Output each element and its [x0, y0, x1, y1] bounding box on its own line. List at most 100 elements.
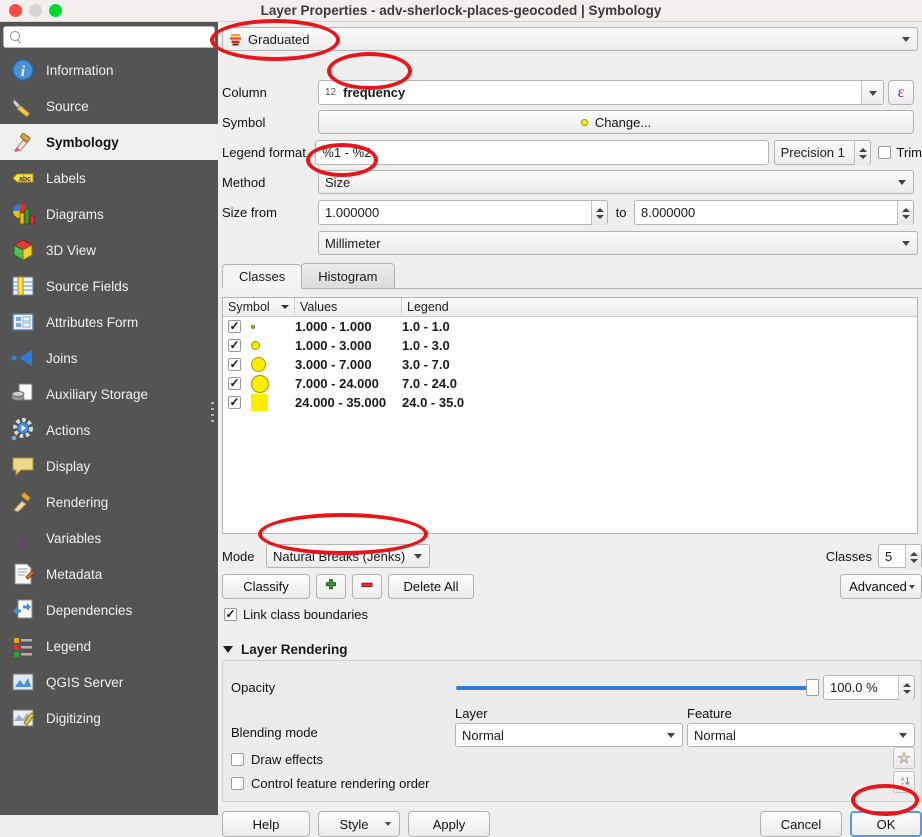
collapse-triangle-icon[interactable]	[223, 646, 233, 653]
actions-icon	[10, 417, 36, 443]
row-symbol-cell[interactable]	[223, 394, 295, 411]
table-body: 1.000 - 1.000 1.0 - 1.0 1.000 - 3.000 1.…	[223, 317, 917, 412]
table-row[interactable]: 3.000 - 7.000 3.0 - 7.0	[223, 355, 917, 374]
change-symbol-button[interactable]: Change...	[318, 110, 914, 134]
remove-class-button[interactable]	[352, 574, 382, 599]
row-checkbox[interactable]	[228, 320, 241, 333]
opacity-input[interactable]: 100.0 %	[823, 675, 915, 700]
renderer-type-select[interactable]: Graduated	[222, 27, 918, 51]
method-select[interactable]: Size	[318, 170, 914, 194]
control-rendering-order-checkbox[interactable]	[231, 777, 244, 790]
row-values: 1.000 - 3.000	[295, 338, 372, 353]
cancel-label: Cancel	[780, 816, 822, 832]
sidebar-item-legend[interactable]: Legend	[0, 628, 218, 664]
opacity-value: 100.0 %	[830, 680, 878, 695]
draw-effects-checkbox[interactable]	[231, 753, 244, 766]
minus-icon	[360, 578, 374, 595]
row-legend: 1.0 - 1.0	[402, 319, 450, 334]
sidebar-item-dependencies[interactable]: Dependencies	[0, 592, 218, 628]
advanced-button[interactable]: Advanced	[840, 574, 922, 599]
sidebar-item-symbology[interactable]: Symbology	[0, 124, 218, 160]
classify-button[interactable]: Classify	[222, 574, 310, 599]
table-row[interactable]: 7.000 - 24.000 7.0 - 24.0	[223, 374, 917, 393]
sidebar-item-diagrams[interactable]: Diagrams	[0, 196, 218, 232]
opacity-slider[interactable]	[456, 678, 819, 696]
opacity-stepper[interactable]	[898, 676, 914, 700]
link-class-boundaries-checkbox[interactable]	[224, 608, 237, 621]
precision-stepper[interactable]	[854, 141, 871, 165]
sidebar-search[interactable]	[3, 26, 215, 48]
sidebar-item-information[interactable]: i Information	[0, 52, 218, 88]
sidebar-item-qgis-server[interactable]: QGIS Server	[0, 664, 218, 700]
sidebar-item-auxiliary-storage[interactable]: Auxiliary Storage	[0, 376, 218, 412]
size-from-stepper[interactable]	[591, 201, 607, 225]
sidebar-item-joins[interactable]: Joins	[0, 340, 218, 376]
panel-splitter[interactable]	[211, 402, 216, 422]
add-class-button[interactable]	[316, 574, 346, 599]
sidebar-item-variables[interactable]: ε Variables	[0, 520, 218, 556]
column-header-values[interactable]: Values	[295, 298, 402, 316]
sidebar-item-actions[interactable]: Actions	[0, 412, 218, 448]
size-from-input[interactable]: 1.000000	[318, 200, 608, 225]
zoom-button[interactable]	[49, 4, 62, 17]
classes-table[interactable]: Symbol Values Legend 1.000 - 1.000	[222, 297, 918, 534]
sidebar-item-digitizing[interactable]: Digitizing	[0, 700, 218, 736]
row-symbol-cell[interactable]	[223, 320, 295, 333]
sidebar-item-attributes-form[interactable]: Attributes Form	[0, 304, 218, 340]
mode-select[interactable]: Natural Breaks (Jenks)	[266, 544, 430, 568]
classes-count-stepper[interactable]	[905, 545, 921, 569]
row-checkbox[interactable]	[228, 358, 241, 371]
sidebar-item-rendering[interactable]: Rendering	[0, 484, 218, 520]
column-select[interactable]: 12 frequency	[318, 80, 884, 105]
table-row[interactable]: 1.000 - 1.000 1.0 - 1.0	[223, 317, 917, 336]
precision-spinner[interactable]: Precision 1	[773, 140, 872, 165]
trim-checkbox[interactable]	[878, 146, 892, 159]
row-symbol-cell[interactable]	[223, 339, 295, 352]
legend-format-input[interactable]: %1 - %2	[315, 140, 769, 165]
layer-blending-select[interactable]: Normal	[455, 723, 683, 747]
sidebar-item-labels[interactable]: abc Labels	[0, 160, 218, 196]
row-legend: 3.0 - 7.0	[402, 357, 450, 372]
size-to-input[interactable]: 8.000000	[634, 200, 914, 225]
column-header-legend[interactable]: Legend	[402, 298, 917, 316]
size-unit-select[interactable]: Millimeter	[318, 231, 918, 255]
row-symbol-cell[interactable]	[223, 357, 295, 372]
table-row[interactable]: 1.000 - 3.000 1.0 - 3.0	[223, 336, 917, 355]
sidebar-item-metadata[interactable]: Metadata	[0, 556, 218, 592]
sidebar-item-display[interactable]: Display	[0, 448, 218, 484]
search-input[interactable]	[26, 29, 208, 45]
header-label: Legend	[407, 300, 449, 314]
sidebar-item-source[interactable]: Source	[0, 88, 218, 124]
svg-text:Z: Z	[901, 783, 904, 789]
window-controls	[0, 4, 62, 17]
chevron-down-icon	[869, 90, 877, 96]
classes-count-input[interactable]: 5	[878, 544, 922, 569]
row-symbol-cell[interactable]	[223, 374, 295, 393]
rendering-order-settings-button[interactable]: AZ	[893, 771, 915, 793]
mode-label: Mode	[222, 548, 255, 564]
column-header-symbol[interactable]: Symbol	[223, 298, 295, 316]
3d-view-icon	[10, 237, 36, 263]
row-legend: 1.0 - 3.0	[402, 338, 450, 353]
minimize-button[interactable]	[29, 4, 42, 17]
expression-button[interactable]: ε	[888, 80, 914, 105]
row-values: 7.000 - 24.000	[295, 376, 379, 391]
row-checkbox[interactable]	[228, 339, 241, 352]
window-title: Layer Properties - adv-sherlock-places-g…	[260, 3, 662, 18]
size-to-stepper[interactable]	[897, 201, 913, 225]
information-icon: i	[10, 57, 36, 83]
attributes-form-icon	[10, 309, 36, 335]
sidebar-item-source-fields[interactable]: Source Fields	[0, 268, 218, 304]
close-button[interactable]	[9, 4, 22, 17]
opacity-slider-handle[interactable]	[806, 678, 819, 696]
apply-label: Apply	[432, 816, 466, 832]
table-row[interactable]: 24.000 - 35.000 24.0 - 35.0	[223, 393, 917, 412]
tab-histogram[interactable]: Histogram	[301, 263, 395, 288]
sidebar-item-3d-view[interactable]: 3D View	[0, 232, 218, 268]
feature-blending-select[interactable]: Normal	[687, 723, 915, 747]
row-checkbox[interactable]	[228, 396, 241, 409]
delete-all-button[interactable]: Delete All	[388, 574, 474, 599]
draw-effects-settings-button[interactable]	[893, 747, 915, 769]
tab-classes[interactable]: Classes	[222, 264, 303, 289]
row-checkbox[interactable]	[228, 377, 241, 390]
